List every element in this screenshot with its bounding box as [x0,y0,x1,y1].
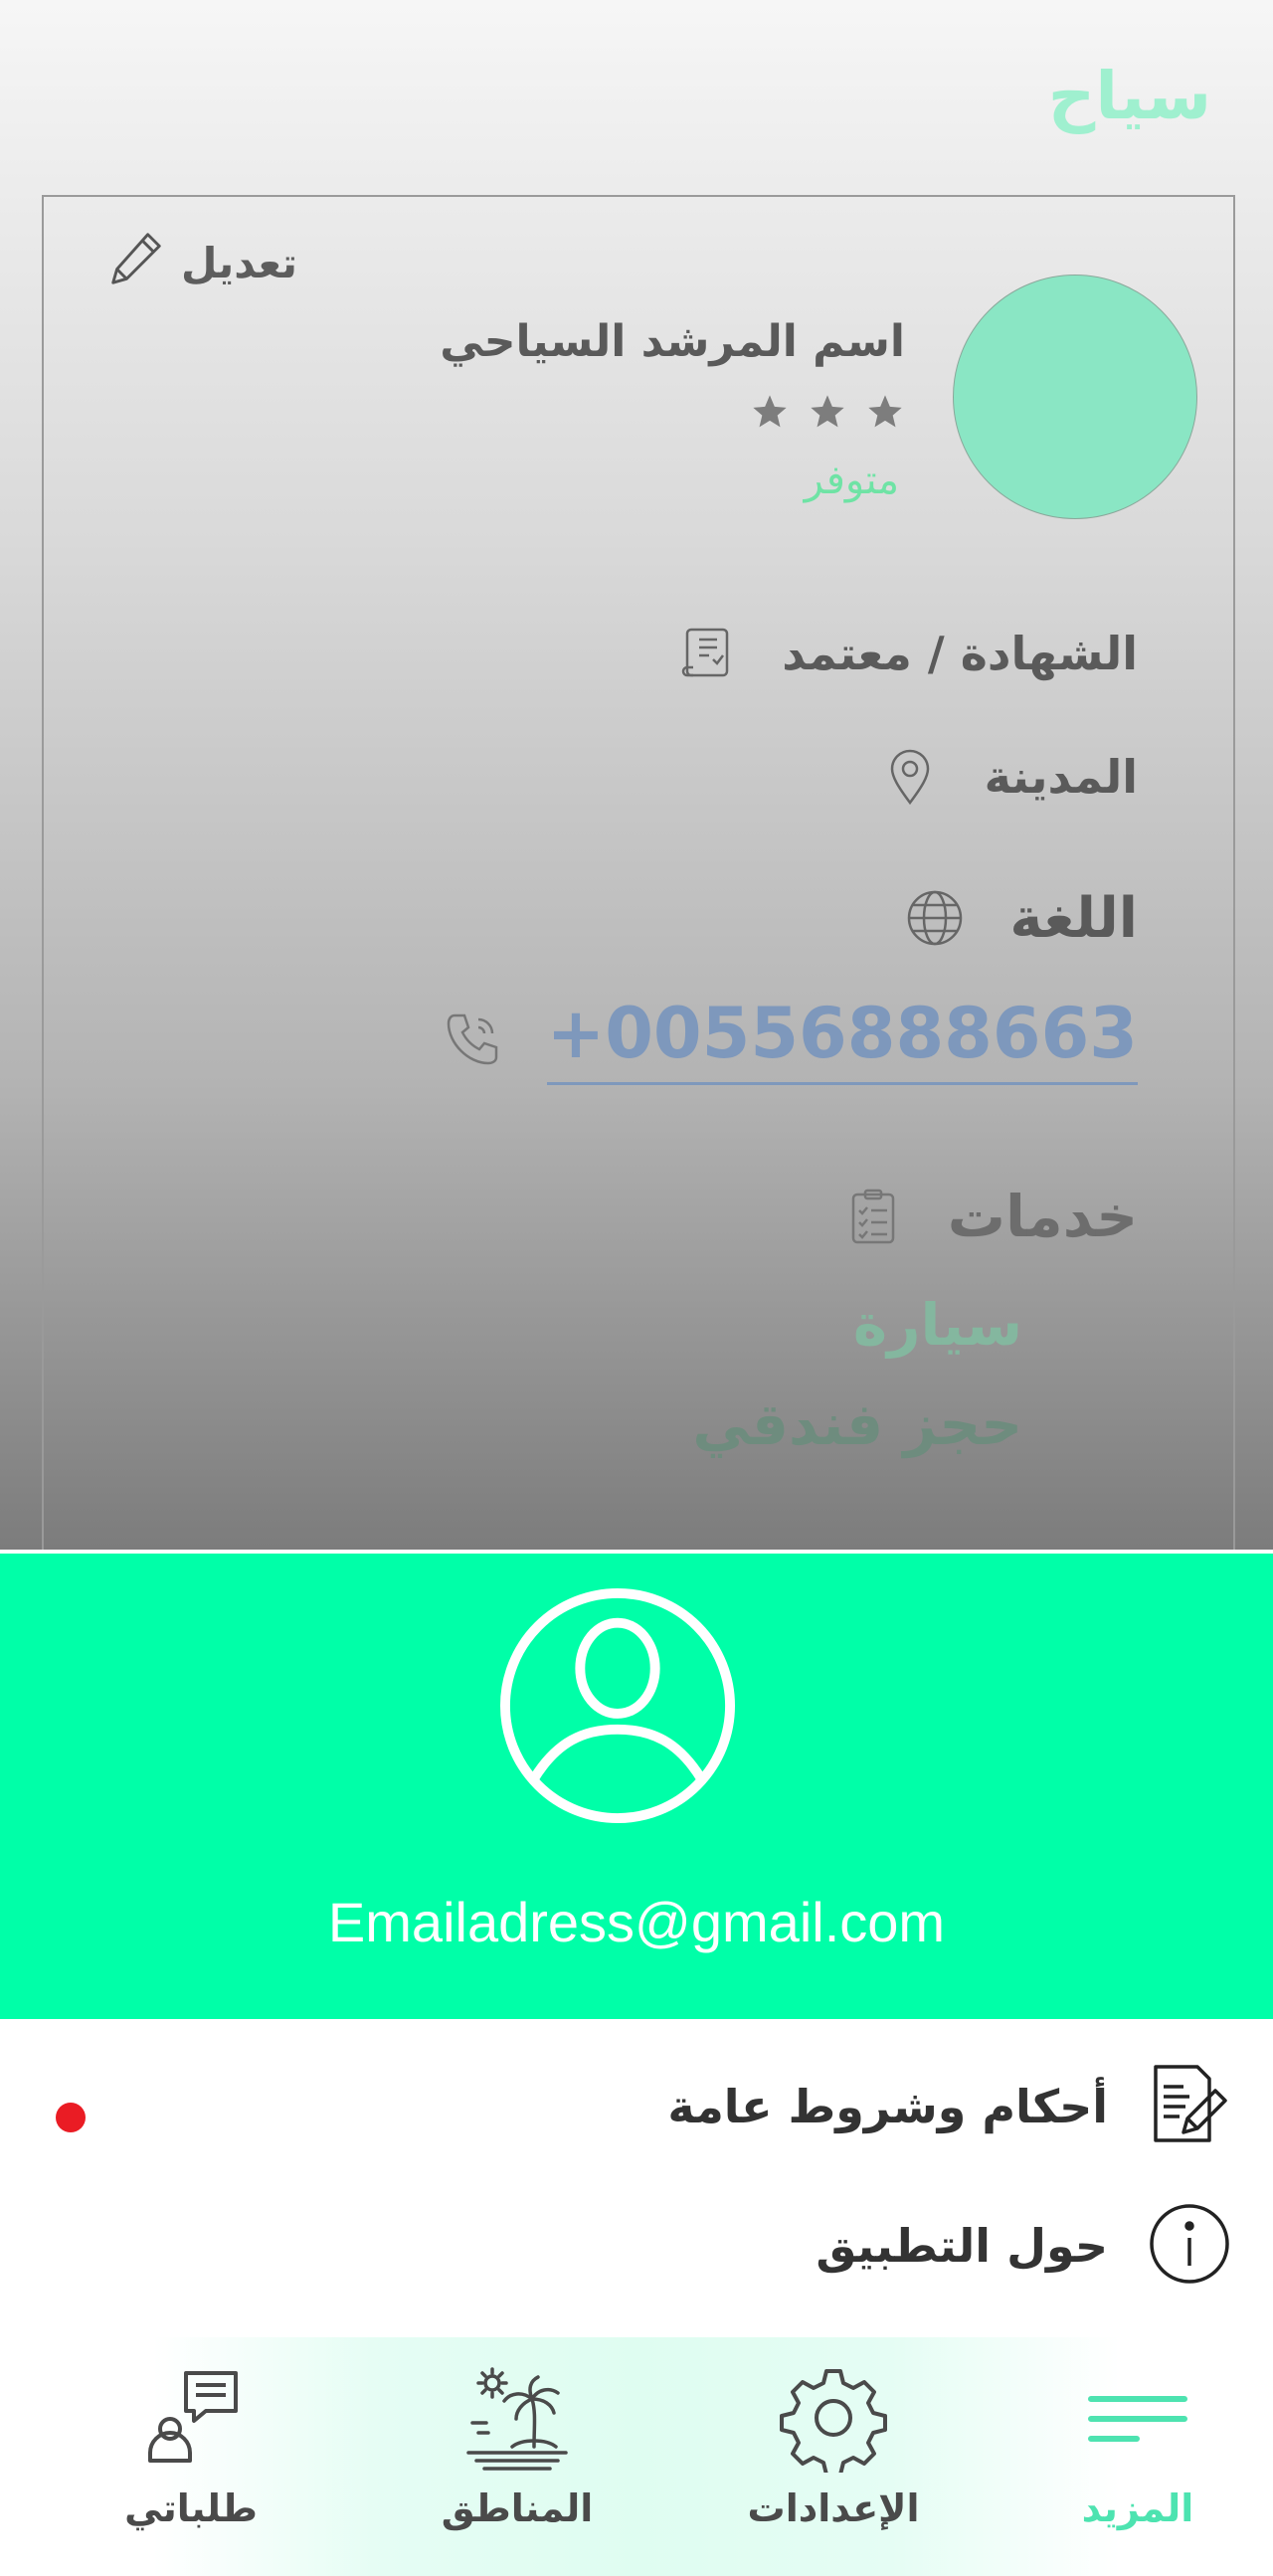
certificate-row: الشهادة / معتمد [672,619,1138,688]
nav-item-settings[interactable]: الإعدادات [724,2363,943,2530]
location-pin-icon [875,742,945,812]
phone-number-link[interactable]: +00556888663 [546,993,1138,1085]
certificate-icon [672,619,742,688]
guide-name: اسم المرشد السياحي [440,316,905,367]
phone-icon [438,1005,507,1074]
guide-avatar [953,275,1197,519]
city-row: المدينة [875,742,1138,812]
menu-label-about: حول التطبيق [816,2219,1108,2273]
star-icon [753,395,787,428]
service-item-car: سيارة [852,1291,1022,1359]
certificate-text: الشهادة / معتمد [782,627,1138,680]
city-text: المدينة [984,750,1138,804]
user-email: Emailadress@gmail.com [327,1891,946,1953]
my-requests-icon [136,2363,246,2477]
star-rating [750,392,905,432]
language-text: اللغة [1009,885,1138,951]
pencil-icon [105,227,167,298]
settings-icon [779,2363,888,2477]
regions-icon [462,2363,572,2477]
notification-dot [56,2103,86,2132]
drawer-header: Emailadress@gmail.com [0,1554,1273,2019]
nav-label-regions: المناطق [441,2486,594,2530]
edit-label: تعديل [181,238,297,287]
user-avatar-icon[interactable] [499,1587,736,1824]
star-icon [811,395,844,428]
nav-label-my-requests: طلباتي [124,2486,258,2530]
more-menu-icon [1083,2363,1192,2477]
bottom-navigation: طلباتي المناطق الإعدادات المزيد [0,2337,1273,2576]
service-item-hotel-booking: حجز فندقي [692,1390,1022,1458]
info-icon [1146,2200,1233,2292]
nav-item-more[interactable]: المزيد [1028,2363,1247,2530]
nav-label-settings: الإعدادات [747,2486,920,2530]
menu-item-about[interactable]: حول التطبيق [816,2200,1233,2292]
menu-label-terms: أحكام وشروط عامة [667,2080,1108,2133]
services-row: خدمات [838,1182,1138,1251]
edit-profile-link[interactable]: تعديل [105,227,297,298]
language-row: اللغة [900,883,1138,953]
nav-item-my-requests[interactable]: طلباتي [82,2363,300,2530]
profile-page-overlay: سياح تعديل اسم المرشد السياحي متوفر الشه… [0,0,1273,1550]
menu-item-terms[interactable]: أحكام وشروط عامة [667,2061,1233,2152]
clipboard-checklist-icon [838,1182,908,1251]
nav-label-more: المزيد [1081,2486,1194,2530]
availability-status: متوفر [804,458,899,503]
terms-document-icon [1146,2061,1233,2152]
guide-profile-card: تعديل اسم المرشد السياحي متوفر الشهادة /… [42,195,1235,1550]
nav-item-regions[interactable]: المناطق [408,2363,627,2530]
app-title: سياح [1047,58,1211,134]
services-title: خدمات [947,1183,1138,1250]
star-icon [868,395,902,428]
phone-row: +00556888663 [438,993,1138,1085]
globe-icon [900,883,970,953]
drawer-menu: أحكام وشروط عامة حول التطبيق [0,2019,1273,2337]
